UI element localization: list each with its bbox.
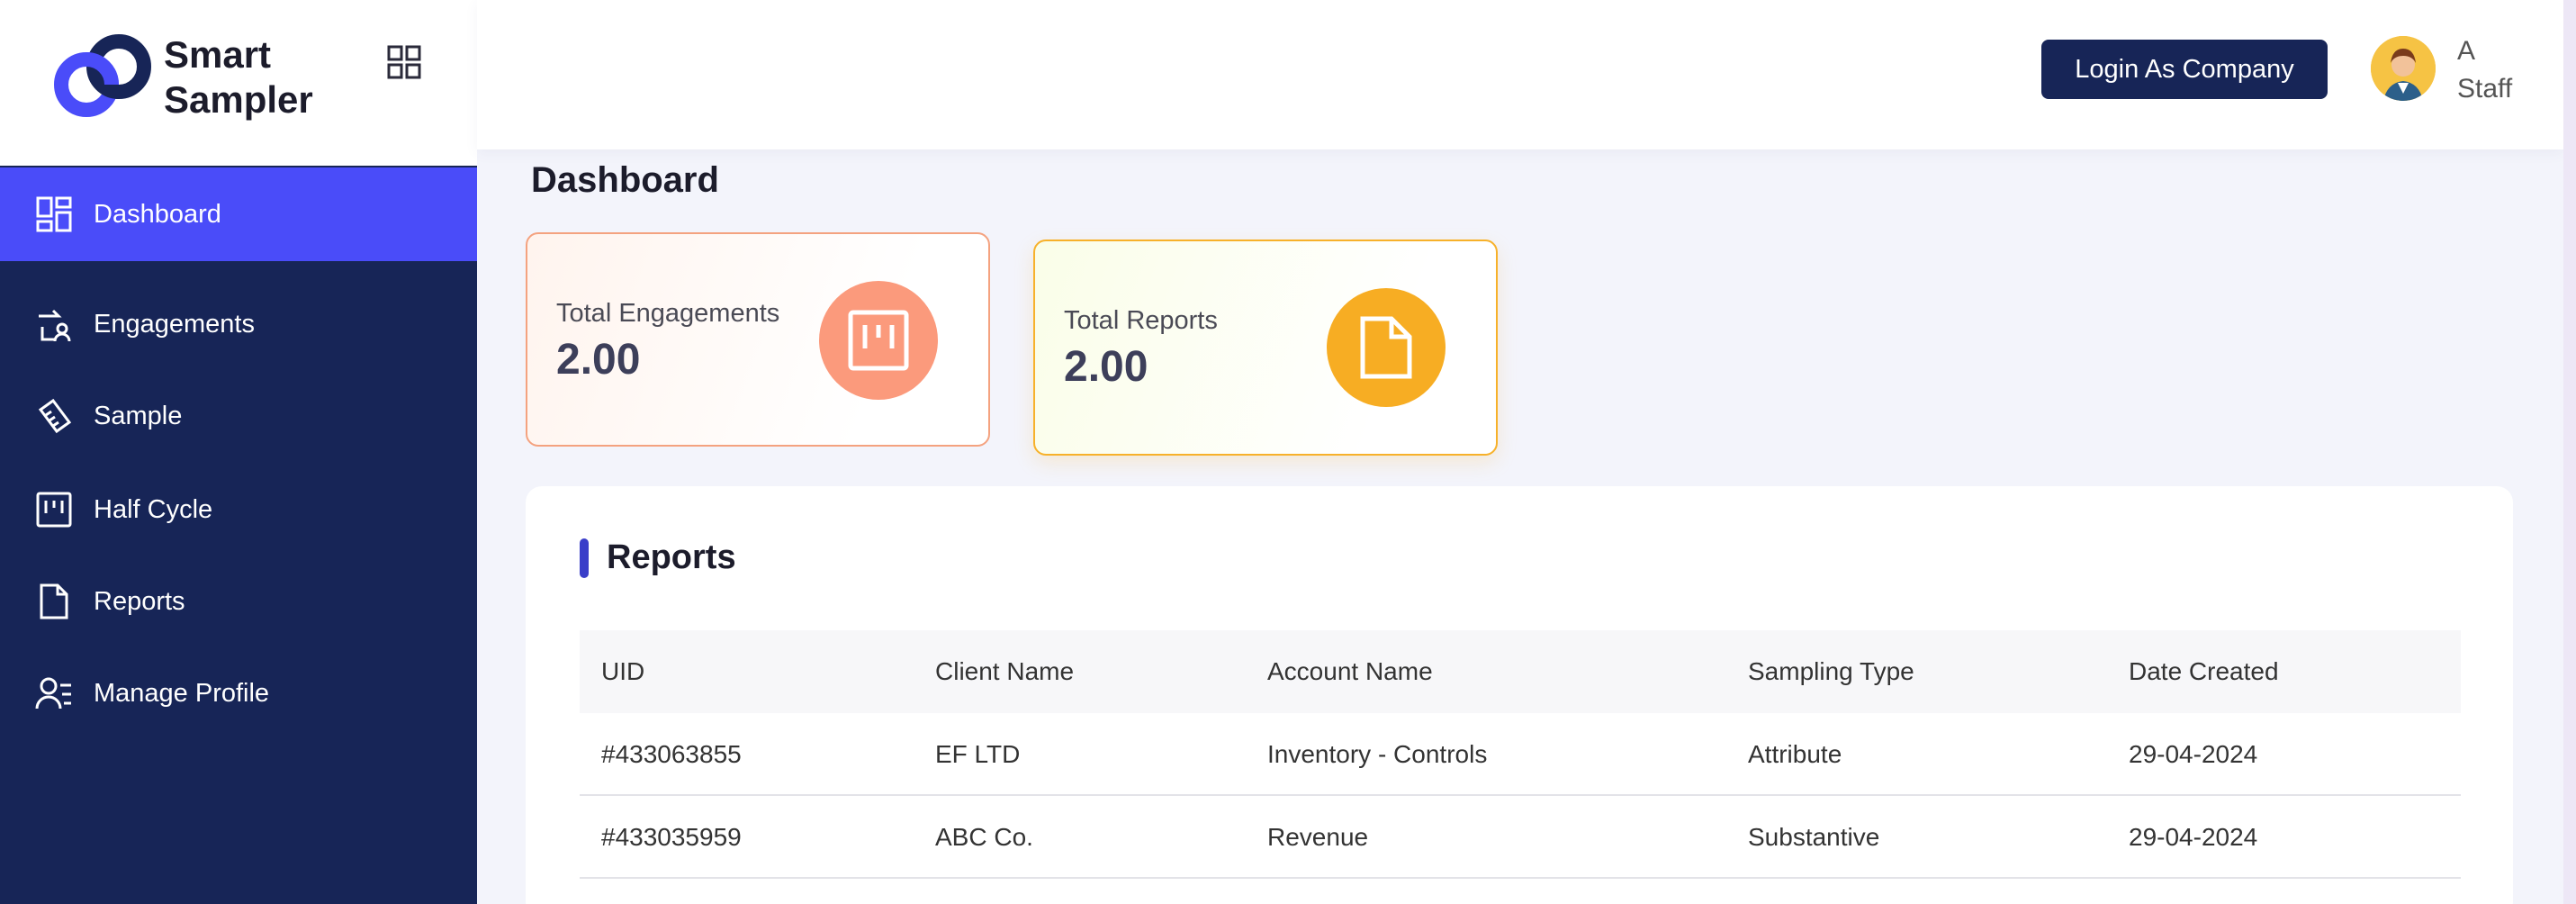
stat-value: 2.00 — [1064, 343, 1148, 391]
stat-card-engagements[interactable]: Total Engagements 2.00 — [526, 232, 990, 447]
column-header-date-created[interactable]: Date Created — [2129, 630, 2279, 713]
stat-value: 2.00 — [556, 336, 641, 384]
cell-sampling-type: Substantive — [1748, 823, 1880, 851]
half-cycle-icon — [819, 281, 938, 400]
sidebar-item-label: Sample — [94, 401, 183, 430]
user-name: A Staff — [2457, 32, 2556, 108]
manage-profile-icon — [34, 673, 74, 713]
reports-panel: Reports UID Client Name Account Name Sam… — [526, 486, 2513, 904]
smart-sampler-logo[interactable] — [50, 27, 155, 126]
cell-date-created: 29-04-2024 — [2129, 740, 2258, 768]
user-name-line1: A — [2457, 36, 2476, 66]
table-row[interactable]: #433063855 EF LTD Inventory - Controls A… — [580, 713, 2461, 796]
stat-label: Total Engagements — [556, 299, 780, 328]
sidebar-item-label: Manage Profile — [94, 678, 270, 708]
cell-account-name: Revenue — [1267, 823, 1369, 851]
column-header-sampling-type[interactable]: Sampling Type — [1748, 630, 1914, 713]
sidebar-item-label: Dashboard — [94, 199, 221, 229]
stat-label: Total Reports — [1064, 306, 1218, 335]
cell-account-name: Inventory - Controls — [1267, 740, 1488, 768]
cell-uid: #433063855 — [601, 740, 742, 768]
column-header-client-name[interactable]: Client Name — [935, 630, 1074, 713]
sidebar-item-dashboard[interactable]: Dashboard — [0, 167, 477, 261]
user-role: Staff — [2457, 74, 2513, 104]
login-as-company-button[interactable]: Login As Company — [2041, 40, 2328, 99]
sample-icon — [34, 396, 74, 436]
brand-header: Smart Sampler — [0, 0, 477, 167]
section-accent-bar — [580, 538, 589, 578]
sidebar-item-reports[interactable]: Reports — [0, 555, 477, 648]
page-title: Dashboard — [531, 160, 719, 200]
sidebar-item-sample[interactable]: Sample — [0, 369, 477, 463]
table-row[interactable]: #433035959 ABC Co. Revenue Substantive 2… — [580, 796, 2461, 879]
stat-card-reports[interactable]: Total Reports 2.00 — [1033, 240, 1498, 456]
user-avatar-icon — [2371, 36, 2436, 101]
sidebar-item-label: Reports — [94, 586, 185, 616]
grid-menu-icon[interactable] — [387, 45, 421, 79]
table-header: UID Client Name Account Name Sampling Ty… — [580, 630, 2461, 713]
cell-date-created: 29-04-2024 — [2129, 823, 2258, 851]
reports-title: Reports — [607, 538, 736, 576]
document-icon — [34, 582, 74, 621]
sidebar-item-manage-profile[interactable]: Manage Profile — [0, 646, 477, 740]
brand-name: Smart Sampler — [164, 32, 313, 122]
brand-name-line2: Sampler — [164, 78, 313, 121]
scrollbar-track[interactable] — [2563, 0, 2576, 904]
engagements-icon — [34, 304, 74, 344]
document-icon — [1327, 288, 1446, 407]
cell-uid: #433035959 — [601, 823, 742, 851]
sidebar: Smart Sampler Dashboard Engagements Samp… — [0, 0, 477, 904]
column-header-uid[interactable]: UID — [601, 630, 644, 713]
cell-client-name: ABC Co. — [935, 823, 1033, 851]
brand-name-line1: Smart — [164, 33, 272, 76]
dashboard-icon — [34, 194, 74, 234]
sidebar-item-label: Half Cycle — [94, 494, 213, 524]
half-cycle-icon — [34, 490, 74, 529]
sidebar-item-half-cycle[interactable]: Half Cycle — [0, 463, 477, 556]
column-header-account-name[interactable]: Account Name — [1267, 630, 1433, 713]
sidebar-item-engagements[interactable]: Engagements — [0, 277, 477, 371]
sidebar-item-label: Engagements — [94, 309, 255, 339]
cell-client-name: EF LTD — [935, 740, 1021, 768]
avatar[interactable] — [2371, 36, 2436, 101]
cell-sampling-type: Attribute — [1748, 740, 1842, 768]
